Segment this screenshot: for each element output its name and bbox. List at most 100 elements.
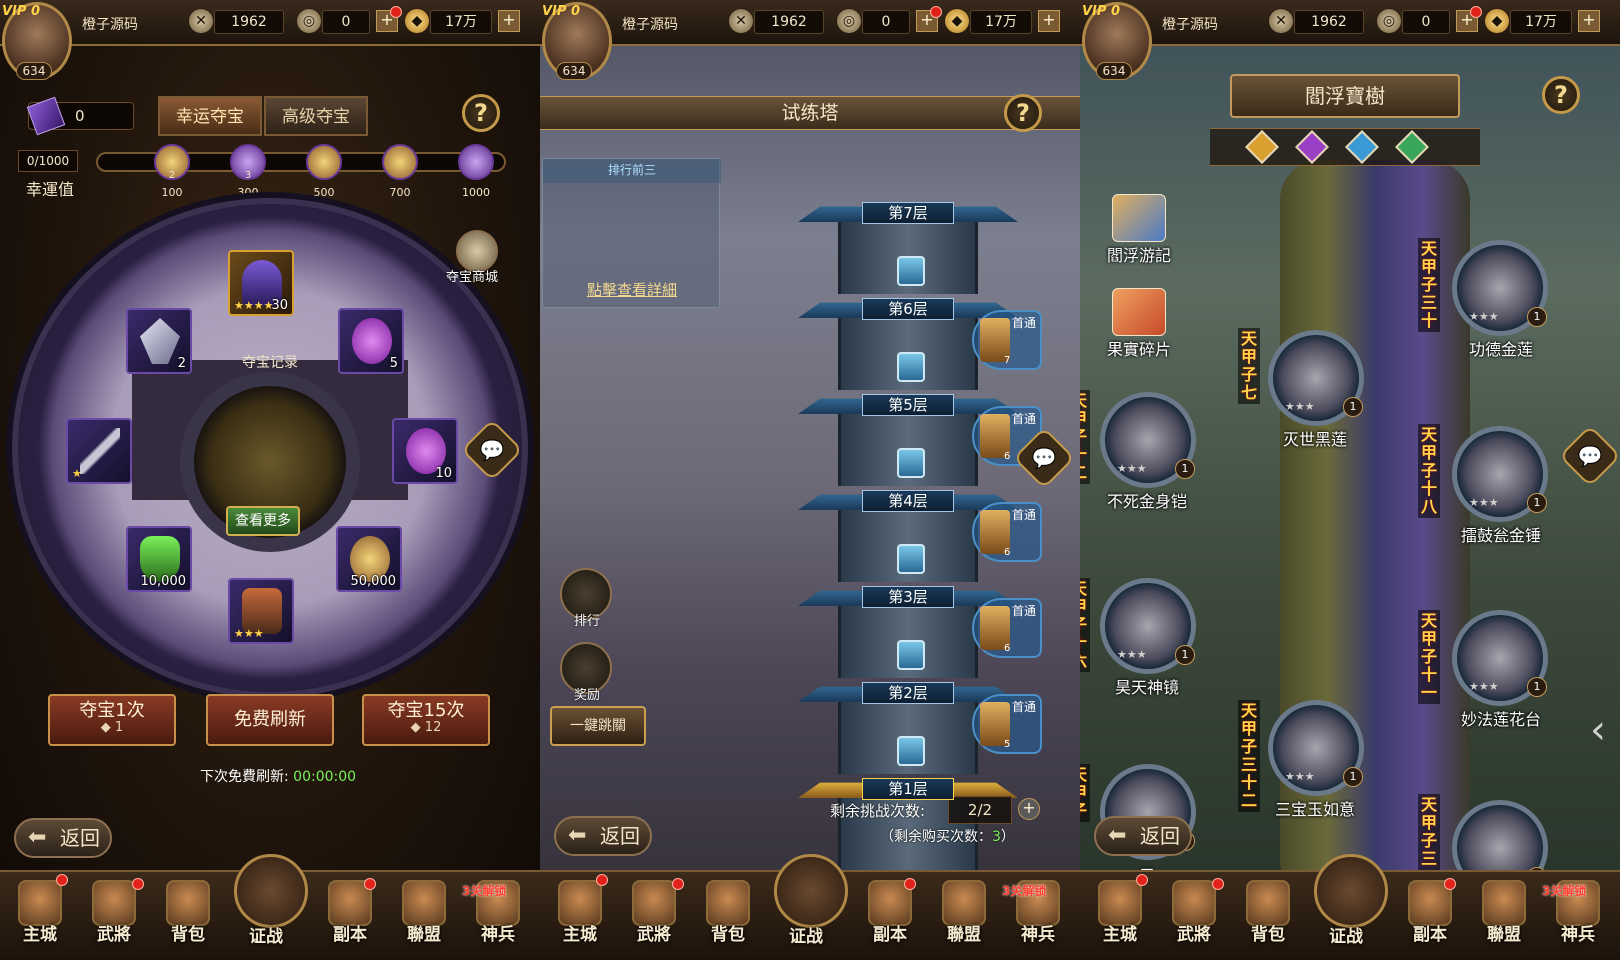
travel-journal-button[interactable]: 閻浮游記 [1102, 194, 1176, 266]
treasure-shop-label[interactable]: 夺宝商城 [446, 266, 498, 285]
wheel-item-helmet[interactable]: ★★★★ 30 [228, 250, 294, 316]
tree-node-black-lotus[interactable]: ★★★ 1 [1268, 330, 1364, 426]
nav-alliance[interactable]: 聯盟 [1472, 880, 1536, 956]
chat-button[interactable]: 💬 [1558, 424, 1620, 488]
tree-node-lotus-platform[interactable]: ★★★ 1 [1452, 610, 1548, 706]
gem-selector [1210, 128, 1480, 166]
milestone-chest-500[interactable] [306, 144, 342, 180]
first-clear-reward[interactable]: 首通 6 [972, 598, 1042, 658]
draw-fifteen-button[interactable]: 夺宝15次 ◆ 12 [362, 694, 490, 746]
nav-bag[interactable]: 背包 [156, 880, 220, 956]
view-more-button[interactable]: 查看更多 [226, 506, 300, 536]
red-dot-badge [596, 874, 608, 886]
gem-green-icon[interactable] [1395, 130, 1429, 164]
nav-divine-weapon[interactable]: 神兵 3关解锁 [1002, 880, 1070, 956]
reward-label[interactable]: 奖励 [562, 684, 612, 703]
ticket-counter: 0 [26, 96, 134, 136]
nav-alliance[interactable]: 聯盟 [932, 880, 996, 956]
tree-node-merit-lotus[interactable]: ★★★ 1 [1452, 240, 1548, 336]
milestone-value: 700 [389, 186, 411, 199]
free-refresh-button[interactable]: 免费刷新 [206, 694, 334, 746]
node-label: 灭世黑莲 [1282, 430, 1347, 449]
nav-divine-weapon[interactable]: 神兵 3关解锁 [1542, 880, 1610, 956]
help-button[interactable]: ? [1004, 94, 1042, 132]
scroll-right-arrow-icon[interactable]: ‹ [1590, 700, 1614, 760]
add-gold-button[interactable]: + [498, 10, 520, 32]
add-gold-button[interactable]: + [1578, 10, 1600, 32]
red-dot-badge [1136, 874, 1148, 886]
book-icon [1112, 194, 1166, 242]
wheel-item-crystal[interactable]: 2 [126, 308, 192, 374]
tree-node-jade-ruyi[interactable]: ★★★ 1 [1268, 700, 1364, 796]
one-key-skip-button[interactable]: 一鍵跳關 [550, 706, 646, 746]
remaining-attempts-value: 2/2 [948, 796, 1012, 824]
nav-battle[interactable]: 证战 [774, 854, 848, 956]
first-clear-reward[interactable]: 首通 7 [972, 310, 1042, 370]
first-clear-reward[interactable]: 首通 6 [972, 502, 1042, 562]
help-button[interactable]: ? [462, 94, 500, 132]
tower-floor-7[interactable]: 第7层 [798, 200, 1018, 294]
wheel-item-spear[interactable]: ★ [66, 418, 132, 484]
node-label: 不死金身铠 [1106, 492, 1187, 511]
first-clear-reward[interactable]: 首通 5 [972, 694, 1042, 754]
nav-battle[interactable]: 证战 [1314, 854, 1388, 956]
gem-blue-icon[interactable] [1345, 130, 1379, 164]
fruit-fragments-button[interactable]: 果實碎片 [1102, 288, 1176, 360]
buy-attempts-button[interactable]: + [1018, 798, 1040, 820]
back-button[interactable]: ⬅ 返回 [1094, 816, 1192, 856]
nav-alliance[interactable]: 聯盟 [392, 880, 456, 956]
tree-node-golden-hammer[interactable]: ★★★ 1 [1452, 426, 1548, 522]
milestone-chest-1000[interactable] [458, 144, 494, 180]
nav-generals[interactable]: 武將 [82, 880, 146, 956]
wheel-item-purple-gem[interactable]: 5 [338, 308, 404, 374]
coin-value: 0 [322, 10, 370, 34]
tab-lucky-treasure[interactable]: 幸运夺宝 [158, 96, 262, 136]
view-details-link[interactable]: 點擊查看詳細 [543, 279, 721, 300]
add-gold-button[interactable]: + [1038, 10, 1060, 32]
luck-value: 0/1000 [18, 150, 78, 172]
milestone-chest-700[interactable] [382, 144, 418, 180]
tab-advanced-treasure[interactable]: 高级夺宝 [264, 96, 368, 136]
gold-value: 17万 [970, 10, 1032, 34]
wheel-item-green-potion[interactable]: 10,000 [126, 526, 192, 592]
tree-node-immortal-armor[interactable]: ★★★ 1 [1100, 392, 1196, 488]
nav-dungeon[interactable]: 副本 [318, 880, 382, 956]
coin-value: 0 [1402, 10, 1450, 34]
node-requirement-tag: 天甲子三十 [1418, 238, 1440, 332]
nav-dungeon[interactable]: 副本 [858, 880, 922, 956]
battle-icon [234, 854, 308, 928]
nav-battle[interactable]: 证战 [234, 854, 308, 956]
bottom-nav: 主城 武將 背包 证战 副本 聯盟 神兵 3关解锁 [0, 854, 540, 960]
nav-dungeon[interactable]: 副本 [1398, 880, 1462, 956]
back-button[interactable]: ⬅ 返回 [14, 818, 112, 858]
tree-node-haotian-mirror[interactable]: ★★★ 1 [1100, 578, 1196, 674]
nav-city[interactable]: 主城 [1088, 880, 1152, 956]
gold-ingot-icon: ◆ [1484, 8, 1510, 34]
wheel-item-gauntlet[interactable]: ★★★ [228, 578, 294, 644]
node-label: 昊天神镜 [1114, 678, 1179, 697]
vip-badge: VIP 0 [2, 4, 41, 19]
top-three-ranking-panel[interactable]: 排行前三 點擊查看詳細 [542, 158, 721, 308]
back-arrow-icon: ⬅ [568, 823, 587, 848]
remaining-purchases: （剩余购买次数：3） [880, 829, 1015, 845]
nav-divine-weapon[interactable]: 神兵 3关解锁 [462, 880, 530, 956]
red-dot-badge [132, 878, 144, 890]
node-label: 擂鼓瓮金锤 [1460, 526, 1541, 545]
nav-bag[interactable]: 背包 [1236, 880, 1300, 956]
wheel-item-purple-gem[interactable]: 10 [392, 418, 458, 484]
milestone-value: 500 [313, 186, 335, 199]
gem-gold-icon[interactable] [1245, 130, 1279, 164]
nav-generals[interactable]: 武將 [622, 880, 686, 956]
nav-city[interactable]: 主城 [8, 880, 72, 956]
nav-city[interactable]: 主城 [548, 880, 612, 956]
gem-purple-icon[interactable] [1295, 130, 1329, 164]
nav-generals[interactable]: 武將 [1162, 880, 1226, 956]
nav-bag[interactable]: 背包 [696, 880, 760, 956]
draw-once-button[interactable]: 夺宝1次 ◆ 1 [48, 694, 176, 746]
help-button[interactable]: ? [1542, 76, 1580, 114]
back-button[interactable]: ⬅ 返回 [554, 816, 652, 856]
wheel-item-copper-coin[interactable]: 50,000 [336, 526, 402, 592]
red-dot-badge [672, 878, 684, 890]
ranking-label[interactable]: 排行 [562, 610, 612, 629]
lock-icon [897, 544, 925, 574]
